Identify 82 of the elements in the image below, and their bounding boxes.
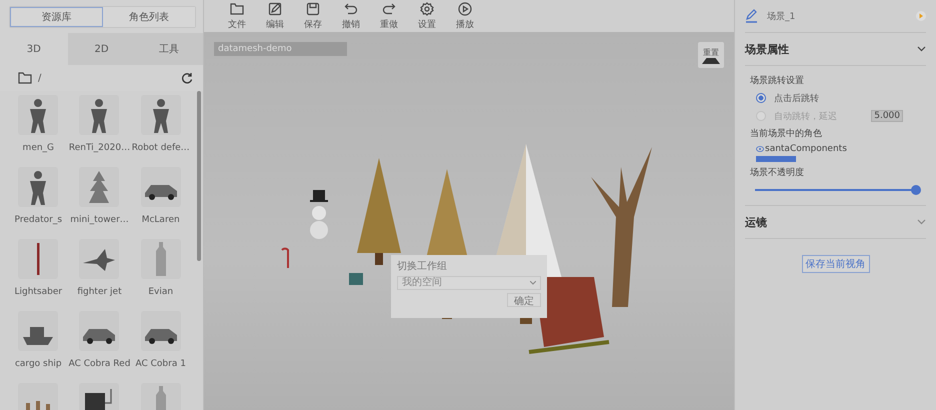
category-tab[interactable]: 3D	[0, 33, 68, 65]
asset-item[interactable]: mini_tower…	[68, 165, 130, 237]
panel-tab[interactable]: 资源库	[10, 7, 102, 27]
model-thumbnail	[140, 167, 181, 207]
project-label: datamesh-demo	[214, 42, 347, 56]
asset-item[interactable]: Evian	[130, 237, 191, 309]
option-label: 点击后跳转	[774, 92, 819, 104]
model-thumbnail	[18, 167, 58, 207]
model-thumbnail	[79, 95, 120, 135]
model-thumbnail	[18, 95, 58, 135]
play-icon[interactable]	[916, 11, 926, 21]
settings-icon	[420, 2, 434, 16]
asset-name: AC Cobra 1	[135, 359, 186, 369]
model-thumbnail	[79, 311, 120, 351]
asset-name: Robot defe…	[132, 143, 190, 153]
edit-icon	[268, 2, 282, 16]
model-thumbnail	[140, 239, 181, 279]
model-thumbnail	[79, 239, 120, 279]
delay-field[interactable]: 5.000	[871, 110, 903, 122]
undo-icon	[344, 2, 358, 16]
scrollbar[interactable]	[197, 91, 201, 261]
field-label: 场景不透明度	[750, 166, 805, 179]
field-label: 场景跳转设置	[750, 74, 805, 87]
redo-icon	[382, 2, 396, 16]
asset-name: Lightsaber	[14, 287, 62, 297]
scene-name: 场景_1	[767, 10, 796, 22]
toolbar-button[interactable]: 重做	[373, 0, 405, 32]
asset-item[interactable]: Predator_s	[8, 165, 69, 237]
asset-item[interactable]: AC Cobra 1	[130, 309, 191, 381]
eye-icon[interactable]	[756, 146, 764, 152]
asset-name: McLaren	[142, 215, 180, 225]
toolbar-button[interactable]: 保存	[297, 0, 329, 32]
category-tab[interactable]: 2D	[68, 33, 136, 65]
save-icon	[306, 2, 320, 16]
asset-item[interactable]: cargo ship	[8, 309, 69, 381]
refresh-icon[interactable]	[181, 72, 193, 84]
model-thumbnail	[79, 167, 120, 207]
slider-thumb[interactable]	[911, 185, 921, 195]
model-thumbnail	[18, 311, 58, 351]
model-thumbnail	[140, 311, 181, 351]
asset-name: cargo ship	[14, 359, 62, 369]
toolbar-button[interactable]: 文件	[221, 0, 253, 32]
folder-path: /	[38, 72, 42, 84]
asset-item[interactable]: fighter jet	[68, 237, 130, 309]
model-thumbnail	[18, 239, 58, 279]
pencil-icon[interactable]	[745, 9, 759, 23]
workgroup-select[interactable]: 我的空间	[397, 276, 541, 290]
save-view-button[interactable]: 保存当前视角	[802, 255, 870, 273]
section-header[interactable]: 运镜	[745, 206, 926, 239]
radio-button[interactable]	[756, 111, 766, 121]
toolbar-button[interactable]: 播放	[449, 0, 481, 32]
asset-name: AC Cobra Red	[68, 359, 130, 369]
asset-name: Predator_s	[14, 215, 62, 225]
role-name[interactable]: santaComponents	[765, 144, 847, 154]
dialog-title: 切换工作组	[397, 260, 448, 273]
category-tab[interactable]: 工具	[135, 33, 204, 65]
asset-item[interactable]: Lightsaber	[8, 237, 69, 309]
asset-item[interactable]: AC Cobra Red	[68, 309, 130, 381]
folder-icon[interactable]	[18, 72, 32, 84]
asset-name: men_G	[22, 143, 54, 153]
confirm-button[interactable]: 确定	[507, 293, 541, 307]
toolbar-button[interactable]: 设置	[411, 0, 443, 32]
model-thumbnail	[140, 95, 181, 135]
toolbar-button[interactable]: 编辑	[259, 0, 291, 32]
panel-tab[interactable]: 角色列表	[102, 7, 195, 27]
floor-icon	[701, 58, 721, 64]
asset-item[interactable]: RenTi_2020…	[68, 93, 130, 165]
asset-item[interactable]: McLaren	[130, 165, 191, 237]
asset-item[interactable]: Robot defe…	[130, 93, 191, 165]
asset-name: Evian	[148, 287, 174, 297]
asset-name: fighter jet	[77, 287, 122, 297]
radio-button[interactable]	[756, 93, 766, 103]
section-header[interactable]: 场景属性	[745, 33, 926, 66]
play-icon	[458, 2, 472, 16]
asset-name: mini_tower…	[70, 215, 129, 225]
reset-view-button[interactable]: 重置	[698, 42, 724, 68]
folder-icon	[230, 2, 244, 16]
chevron-down-icon	[530, 281, 536, 285]
asset-item[interactable]: men_G	[8, 93, 69, 165]
toolbar-button[interactable]: 撤销	[335, 0, 367, 32]
field-label: 当前场景中的角色	[750, 128, 823, 140]
asset-name: RenTi_2020…	[68, 143, 130, 153]
